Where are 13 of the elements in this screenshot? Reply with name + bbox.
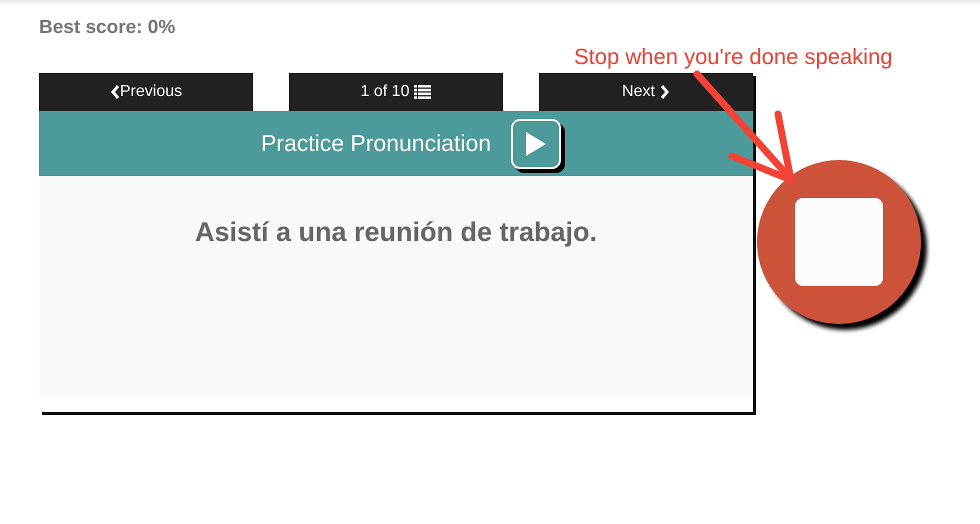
annotation-text: Stop when you're done speaking	[574, 43, 893, 71]
header-title: Practice Pronunciation	[260, 129, 492, 158]
chevron-left-icon	[110, 85, 120, 99]
list-icon	[414, 85, 432, 99]
sentence-text: Asistí a una reunión de trabajo.	[194, 216, 598, 249]
play-icon	[525, 130, 548, 156]
stop-button[interactable]	[757, 160, 921, 324]
chevron-right-icon	[660, 85, 670, 99]
progress-button[interactable]: 1 of 10	[289, 73, 503, 111]
next-button[interactable]: Next	[539, 73, 753, 111]
previous-button[interactable]: Previous	[39, 73, 253, 111]
stop-icon	[795, 198, 883, 286]
best-score: Best score: 0%	[39, 16, 176, 40]
